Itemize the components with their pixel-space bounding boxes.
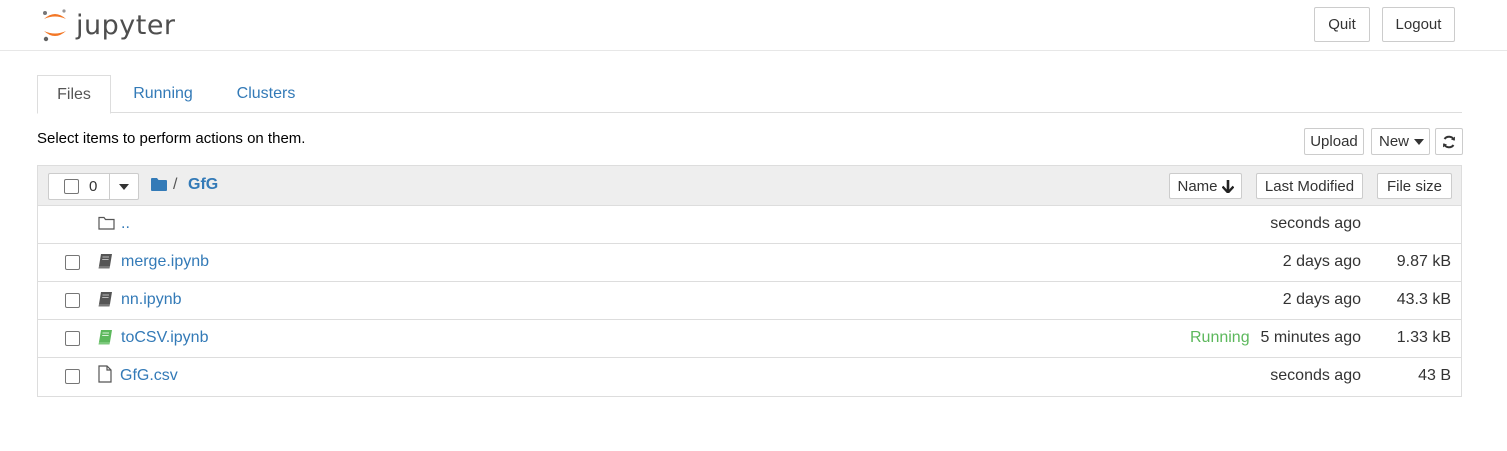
breadcrumb-folder[interactable]: GfG [188,176,218,194]
notebook-running-icon [98,330,112,345]
quit-button[interactable]: Quit [1314,7,1370,42]
row-checkbox[interactable] [65,255,80,270]
folder-icon[interactable] [151,178,167,191]
file-name-link[interactable]: GfG.csv [120,367,178,385]
file-modified: 2 days ago [1282,253,1361,270]
tab-clusters[interactable]: Clusters [215,75,317,113]
sort-size-button[interactable]: File size [1377,173,1452,199]
select-dropdown-button[interactable] [109,173,139,200]
breadcrumb-separator: / [173,176,178,193]
jupyter-logo-icon [43,9,66,42]
list-item[interactable]: merge.ipynb 2 days ago 9.87 kB [38,244,1461,282]
list-item[interactable]: .. seconds ago [38,206,1461,244]
tab-files[interactable]: Files [37,75,111,114]
arrow-down-icon [1221,179,1234,193]
file-size: 43.3 kB [1396,291,1451,308]
folder-icon [98,216,115,230]
jupyter-logo[interactable]: jupyter [40,7,176,43]
file-name-link[interactable]: merge.ipynb [121,253,209,271]
new-button-label: New [1379,133,1410,150]
sort-modified-button[interactable]: Last Modified [1256,173,1363,199]
file-icon [98,365,112,383]
file-name-link[interactable]: toCSV.ipynb [121,329,208,347]
file-size: 1.33 kB [1396,329,1451,346]
tab-running[interactable]: Running [113,75,213,113]
notebook-icon [98,292,112,307]
logout-button[interactable]: Logout [1382,7,1455,42]
top-header: jupyter Quit Logout [0,0,1507,51]
row-checkbox[interactable] [65,331,80,346]
row-checkbox[interactable] [65,369,80,384]
file-size: 43 B [1418,367,1451,384]
row-checkbox[interactable] [65,293,80,308]
sort-name-button[interactable]: Name [1169,173,1242,199]
upload-button[interactable]: Upload [1304,128,1364,155]
caret-down-icon [1414,138,1425,145]
selection-hint: Select items to perform actions on them. [37,130,306,147]
refresh-button[interactable] [1435,128,1463,155]
refresh-icon [1443,135,1455,148]
running-status[interactable]: Running [1190,329,1250,347]
file-size: 9.87 kB [1396,253,1451,270]
list-item[interactable]: GfG.csv seconds ago 43 B [38,358,1461,396]
selected-count: 0 [89,178,98,195]
select-all-checkbox[interactable] [64,179,79,194]
file-list-header: 0 / GfG Name Last Modified File size [38,166,1461,206]
select-all-group[interactable]: 0 [48,173,110,200]
file-list: 0 / GfG Name Last Modified File size .. … [37,165,1462,397]
list-item[interactable]: toCSV.ipynb Running 5 minutes ago 1.33 k… [38,320,1461,358]
file-modified: 5 minutes ago [1260,329,1361,346]
file-name-link[interactable]: .. [121,215,130,233]
tab-bar: Files Running Clusters [37,75,1462,114]
file-name-link[interactable]: nn.ipynb [121,291,182,309]
new-dropdown-button[interactable]: New [1371,128,1430,155]
file-modified: seconds ago [1270,367,1361,384]
notebook-icon [98,254,112,269]
caret-down-icon [119,183,129,190]
file-modified: seconds ago [1270,215,1361,232]
sort-name-label: Name [1177,177,1218,195]
list-item[interactable]: nn.ipynb 2 days ago 43.3 kB [38,282,1461,320]
file-modified: 2 days ago [1282,291,1361,308]
logo-text: jupyter [76,9,176,41]
